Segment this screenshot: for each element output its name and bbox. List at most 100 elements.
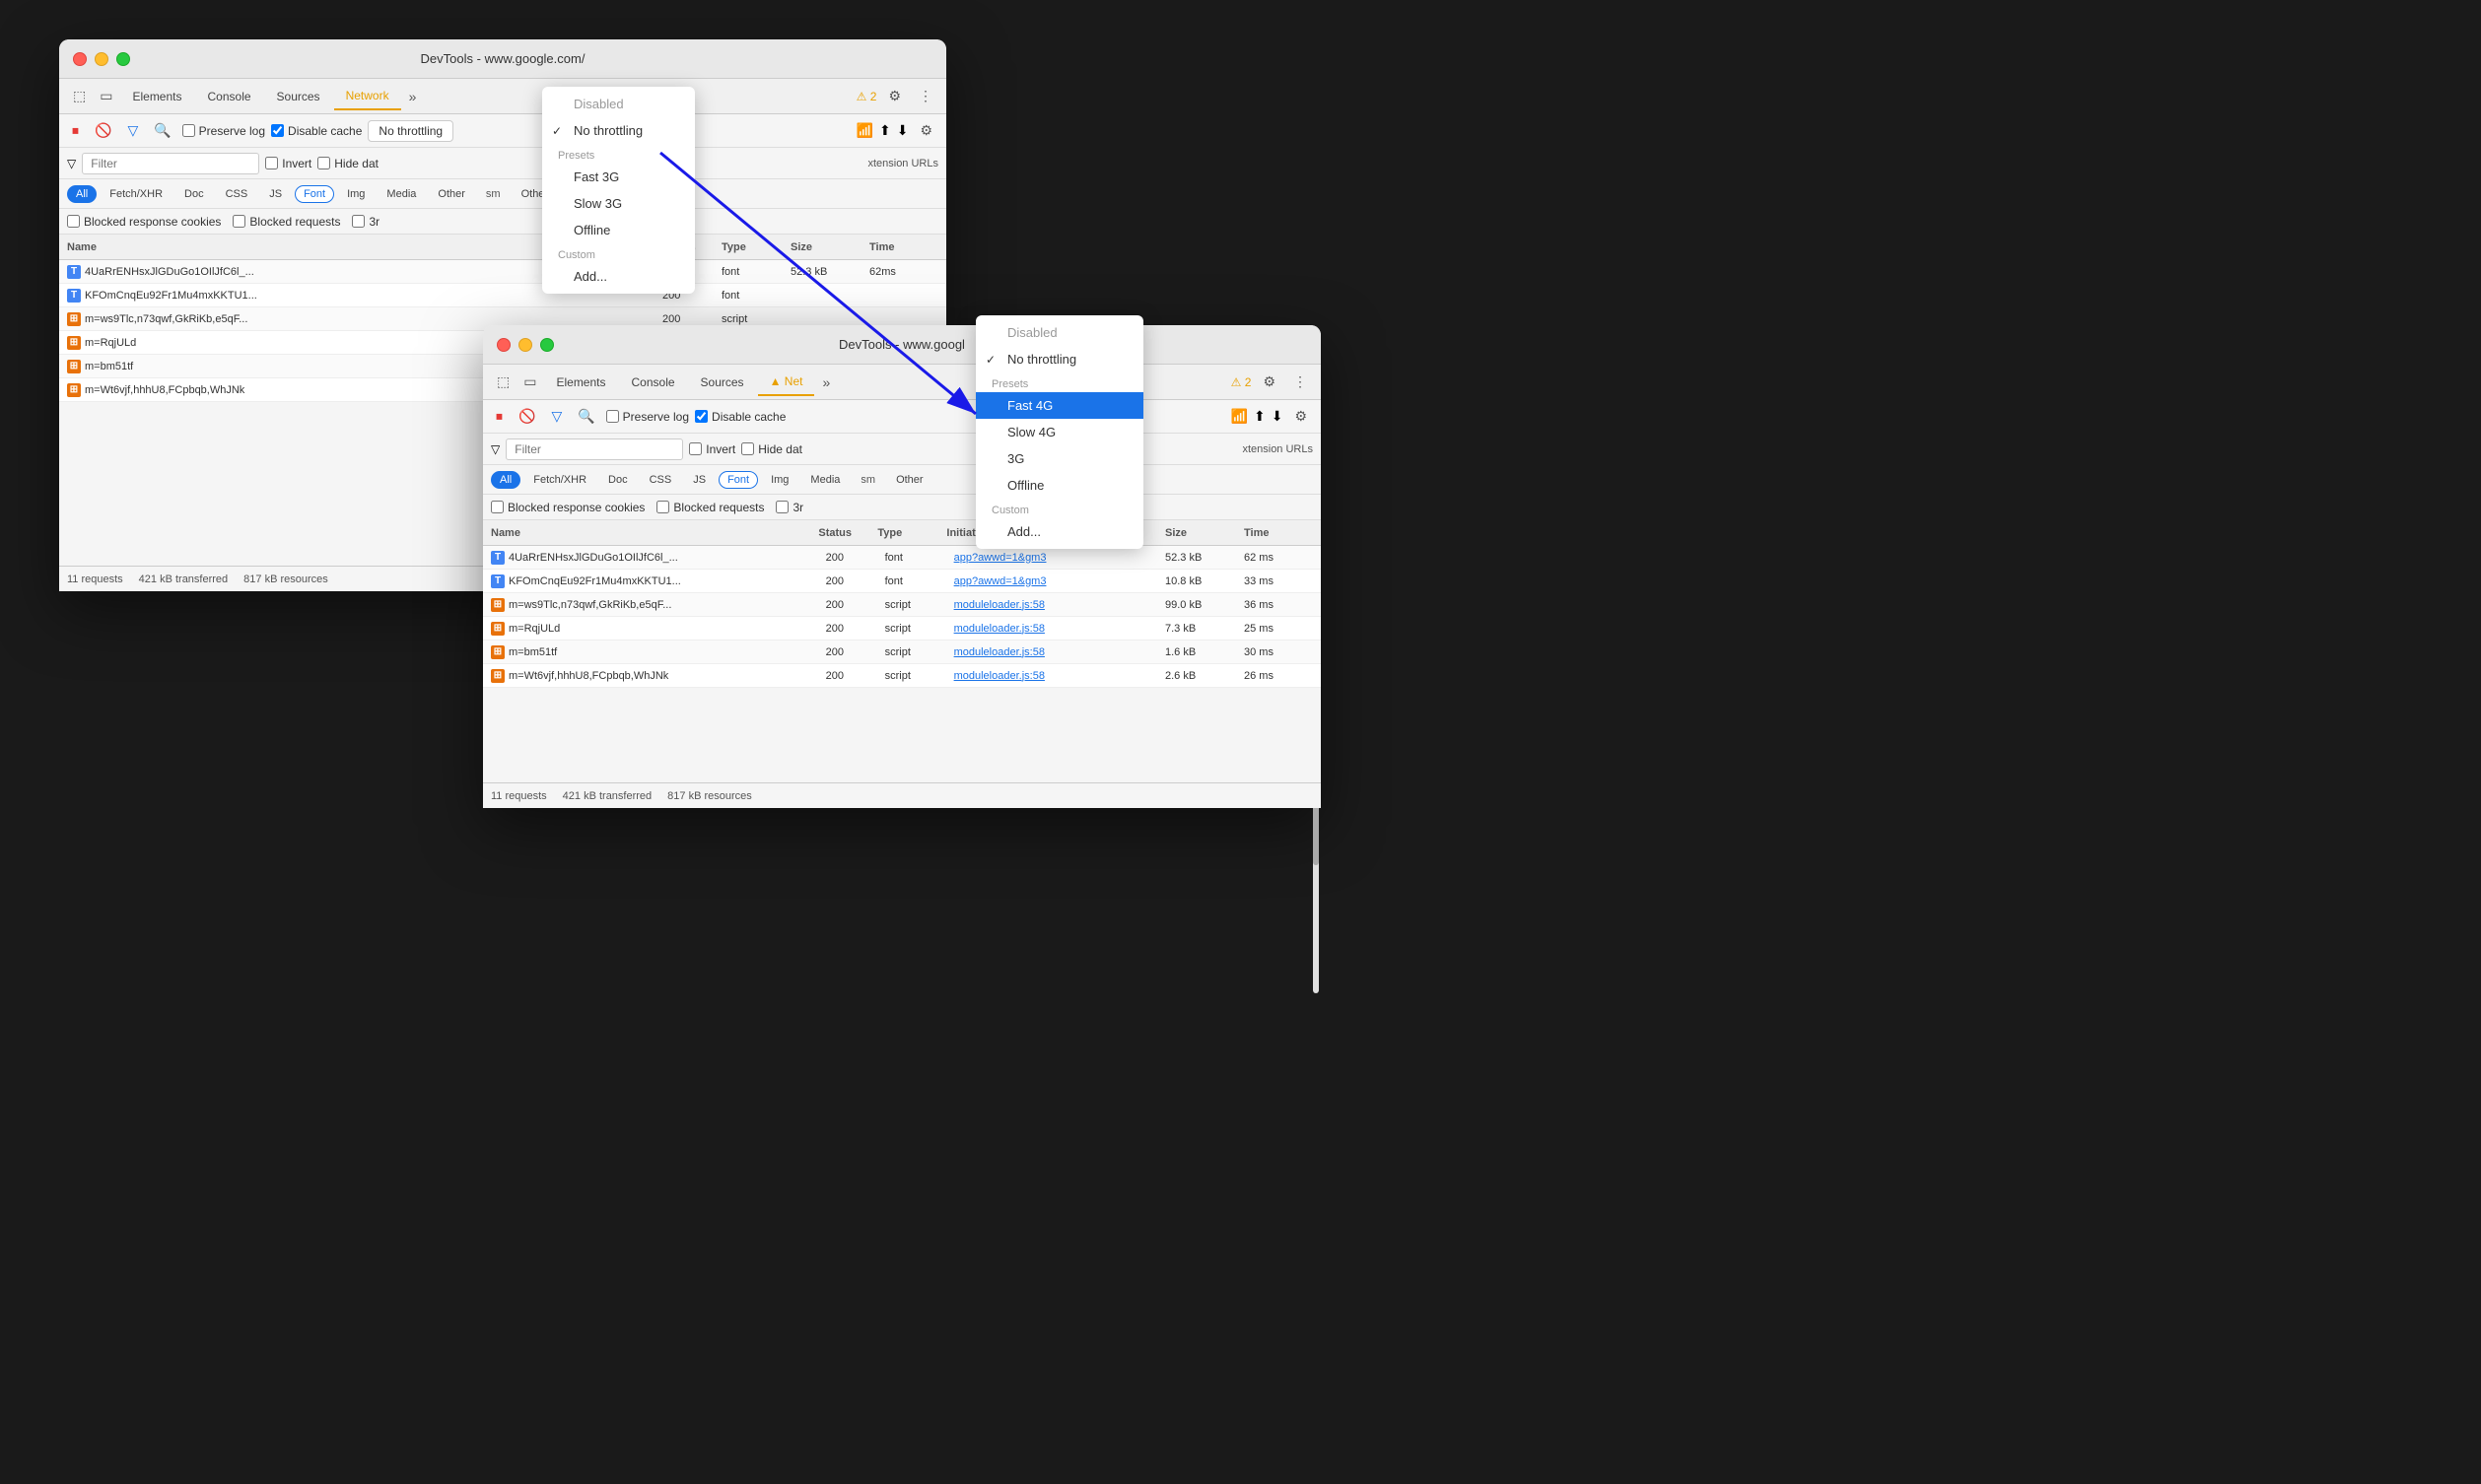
settings-icon-1[interactable] [882,84,907,108]
blocked-cookies-label-1[interactable]: Blocked response cookies [67,215,221,229]
blocked-requests-checkbox-1[interactable] [233,215,245,228]
dropdown2-add[interactable]: Add... [976,518,1143,545]
close-button-1[interactable] [73,52,87,66]
table-row-2-3[interactable]: ⊞ m=ws9Tlc,n73qwf,GkRiKb,e5qF... 200 scr… [483,593,1321,617]
type-img-1[interactable]: Img [338,185,374,203]
table-row-2-5[interactable]: ⊞ m=bm51tf 200 script moduleloader.js:58… [483,641,1321,664]
tab-console-1[interactable]: Console [196,84,263,109]
stop-recording-btn-2[interactable]: ⏹ [491,405,508,428]
minimize-button-2[interactable] [518,338,532,352]
download-icon-1[interactable]: ⬇ [897,122,909,139]
row-initiator-2-1[interactable]: app?awwd=1&gm3 [954,552,1165,564]
maximize-button-1[interactable] [116,52,130,66]
hide-dat-checkbox-2[interactable] [741,442,754,455]
type-css-1[interactable]: CSS [217,185,257,203]
type-fetch-1[interactable]: Fetch/XHR [101,185,172,203]
network-settings-icon-1[interactable] [914,118,938,143]
invert-checkbox-1[interactable] [265,157,278,169]
table-row-1-1[interactable]: T 4UaRrENHsxJlGDuGo1OIlJfC6l_... 200 fon… [59,260,946,284]
type-fetch-2[interactable]: Fetch/XHR [524,471,595,489]
close-button-2[interactable] [497,338,511,352]
third-checkbox-2[interactable] [776,501,789,513]
dropdown1-no-throttling[interactable]: ✓ No throttling [542,117,695,144]
blocked-requests-checkbox-2[interactable] [656,501,669,513]
more-tabs-icon-1[interactable]: » [403,85,423,108]
dropdown2-offline[interactable]: Offline [976,472,1143,499]
inspect-icon-2[interactable]: ⬚ [491,370,516,394]
type-doc-2[interactable]: Doc [599,471,637,489]
blocked-requests-label-1[interactable]: Blocked requests [233,215,340,229]
row-initiator-2-3[interactable]: moduleloader.js:58 [954,599,1165,611]
device-icon-2[interactable]: ▭ [517,370,542,394]
clear-btn-1[interactable]: 🚫 [90,119,116,142]
type-js-1[interactable]: JS [260,185,291,203]
tab-elements-2[interactable]: Elements [544,370,617,395]
type-js-2[interactable]: JS [684,471,715,489]
disable-cache-label-2[interactable]: Disable cache [695,410,786,424]
tab-sources-1[interactable]: Sources [265,84,332,109]
row-initiator-2-6[interactable]: moduleloader.js:58 [954,670,1165,682]
tab-sources-2[interactable]: Sources [689,370,756,395]
dropdown1-slow3g[interactable]: Slow 3G [542,190,695,217]
type-all-1[interactable]: All [67,185,97,203]
disable-cache-label-1[interactable]: Disable cache [271,124,362,138]
type-font-1[interactable]: Font [295,185,334,203]
inspect-icon-1[interactable]: ⬚ [67,84,92,108]
table-row-2-1[interactable]: T 4UaRrENHsxJlGDuGo1OIlJfC6l_... 200 fon… [483,546,1321,570]
clear-btn-2[interactable]: 🚫 [514,405,540,428]
tab-console-2[interactable]: Console [620,370,687,395]
upload-icon-2[interactable]: ⬆ [1254,408,1266,425]
row-initiator-2-2[interactable]: app?awwd=1&gm3 [954,575,1165,587]
preserve-log-checkbox-2[interactable] [606,410,619,423]
dropdown1-fast3g[interactable]: Fast 3G [542,164,695,190]
type-css-2[interactable]: CSS [641,471,681,489]
stop-recording-btn-1[interactable]: ⏹ [67,119,84,142]
tab-network-2[interactable]: ▲ Net [758,369,815,396]
filter-input-1[interactable] [82,153,259,174]
invert-label-2[interactable]: Invert [689,442,735,456]
more-icon-1[interactable] [913,84,938,108]
maximize-button-2[interactable] [540,338,554,352]
disable-cache-checkbox-1[interactable] [271,124,284,137]
network-settings-icon-2[interactable] [1288,404,1313,429]
disable-cache-checkbox-2[interactable] [695,410,708,423]
type-font-2[interactable]: Font [719,471,758,489]
third-label-2[interactable]: 3r [776,501,803,514]
invert-checkbox-2[interactable] [689,442,702,455]
device-icon-1[interactable]: ▭ [94,84,118,108]
dropdown1-add[interactable]: Add... [542,263,695,290]
dropdown2-slow4g[interactable]: Slow 4G [976,419,1143,445]
hide-dat-label-2[interactable]: Hide dat [741,442,802,456]
more-tabs-icon-2[interactable]: » [816,371,836,394]
upload-icon-1[interactable]: ⬆ [879,122,891,139]
throttling-btn-1[interactable]: No throttling [368,120,453,142]
hide-dat-label-1[interactable]: Hide dat [317,157,379,170]
type-other-2[interactable]: Other [887,471,932,489]
type-media-1[interactable]: Media [378,185,425,203]
preserve-log-checkbox-1[interactable] [182,124,195,137]
type-all-2[interactable]: All [491,471,520,489]
table-row-2-4[interactable]: ⊞ m=RqjULd 200 script moduleloader.js:58… [483,617,1321,641]
filter-btn-2[interactable]: ▽ [546,405,567,428]
row-initiator-2-5[interactable]: moduleloader.js:58 [954,646,1165,658]
table-row-2-6[interactable]: ⊞ m=Wt6vjf,hhhU8,FCpbqb,WhJNk 200 script… [483,664,1321,688]
type-img-2[interactable]: Img [762,471,797,489]
type-media-2[interactable]: Media [801,471,849,489]
more-icon-2[interactable] [1287,370,1313,394]
dropdown2-no-throttling[interactable]: ✓ No throttling [976,346,1143,372]
preserve-log-label-1[interactable]: Preserve log [182,124,265,138]
scrollbar-2[interactable] [1313,796,1319,993]
search-btn-2[interactable]: 🔍 [573,405,599,428]
search-btn-1[interactable]: 🔍 [149,119,175,142]
third-label-1[interactable]: 3r [352,215,379,229]
blocked-requests-label-2[interactable]: Blocked requests [656,501,764,514]
hide-dat-checkbox-1[interactable] [317,157,330,169]
invert-label-1[interactable]: Invert [265,157,311,170]
blocked-cookies-label-2[interactable]: Blocked response cookies [491,501,645,514]
filter-btn-1[interactable]: ▽ [122,119,143,142]
type-other-1[interactable]: Other [429,185,474,203]
dropdown2-3g[interactable]: 3G [976,445,1143,472]
third-checkbox-1[interactable] [352,215,365,228]
type-doc-1[interactable]: Doc [175,185,213,203]
blocked-cookies-checkbox-1[interactable] [67,215,80,228]
